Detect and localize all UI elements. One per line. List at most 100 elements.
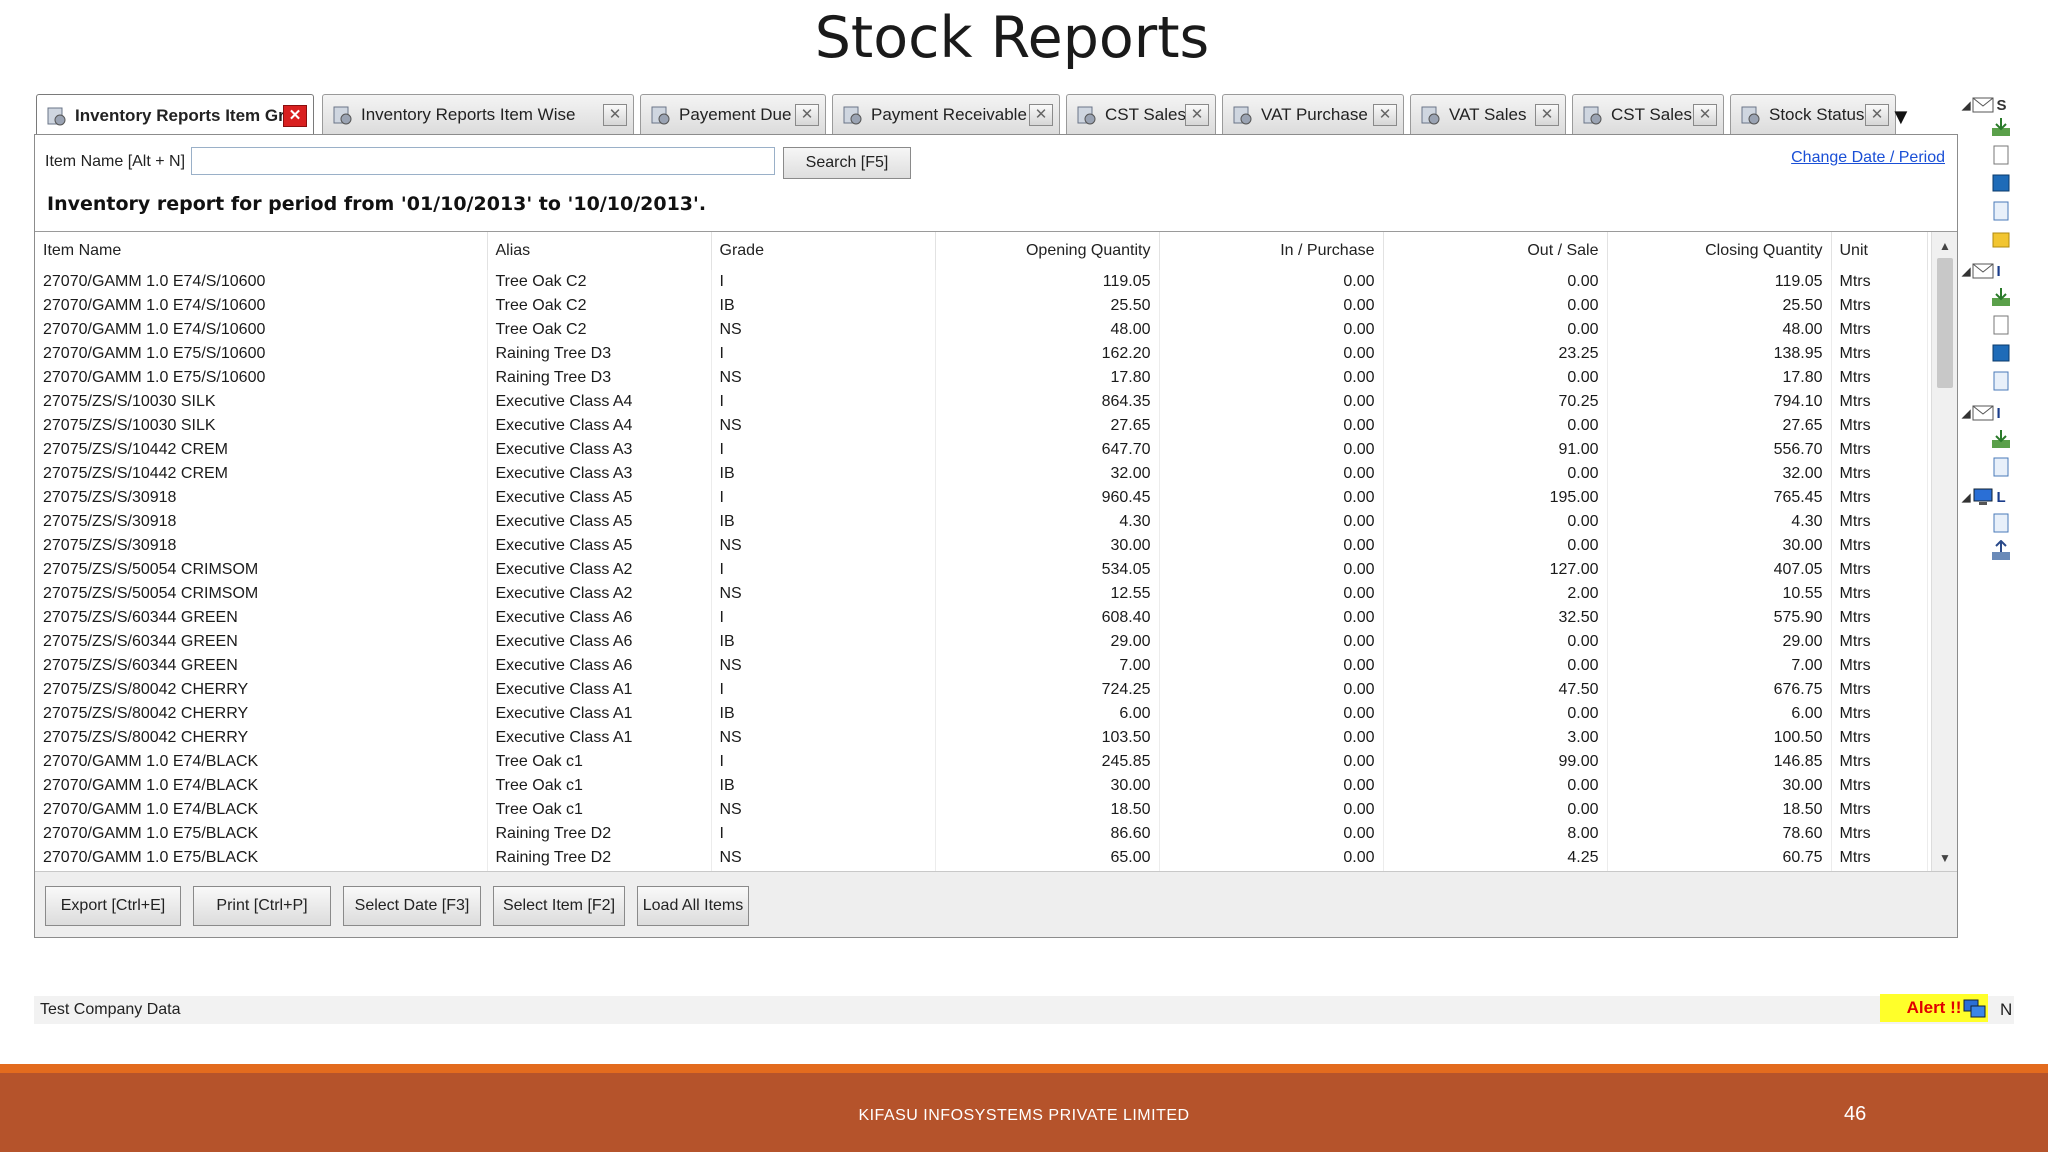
folder-icon[interactable] [1990, 228, 2012, 250]
close-icon[interactable]: ✕ [603, 103, 627, 126]
upload-icon[interactable] [1990, 540, 2012, 562]
tab-payment-receivable[interactable]: Payment Receivable ✕ [832, 94, 1060, 134]
tab-payement-due[interactable]: Payement Due ✕ [640, 94, 826, 134]
table-row[interactable]: 27075/ZS/S/60344 GREEN Executive Class A6… [35, 606, 1928, 630]
report-icon[interactable] [1990, 200, 2012, 222]
table-row[interactable]: 27070/GAMM 1.0 E74/S/10600 Tree Oak C2 IB 2… [35, 294, 1928, 318]
export-button[interactable]: Export [Ctrl+E] [45, 886, 181, 926]
table-row[interactable]: 27070/GAMM 1.0 E75/S/10600 Raining Tree D… [35, 342, 1928, 366]
report-icon[interactable] [1990, 370, 2012, 392]
tab-vat-purchase[interactable]: VAT Purchase ✕ [1222, 94, 1404, 134]
column-header-opening-quantity[interactable]: Opening Quantity [935, 232, 1160, 270]
scroll-down-icon[interactable]: ▼ [1932, 848, 1957, 868]
table-cell: 676.75 [1607, 678, 1832, 702]
tab-overflow-chevron-down-icon[interactable]: ▼ [1890, 104, 1912, 130]
table-row[interactable]: 27075/ZS/S/10030 SILK Executive Class A4 N… [35, 414, 1928, 438]
envelope-icon [1972, 405, 1994, 421]
document-icon[interactable] [1990, 144, 2012, 166]
table-cell: 27075/ZS/S/60344 GREEN [35, 606, 488, 630]
table-row[interactable]: 27070/GAMM 1.0 E74/BLACK Tree Oak c1 NS 18.… [35, 798, 1928, 822]
computer-icon [1973, 488, 1993, 505]
print-button[interactable]: Print [Ctrl+P] [193, 886, 331, 926]
select-item-button[interactable]: Select Item [F2] [493, 886, 625, 926]
table-row[interactable]: 27075/ZS/S/80042 CHERRY Executive Class A… [35, 726, 1928, 750]
close-icon[interactable]: ✕ [1693, 103, 1717, 126]
table-cell: 48.00 [935, 318, 1160, 342]
table-row[interactable]: 27070/GAMM 1.0 E74/BLACK Tree Oak c1 I 245.… [35, 750, 1928, 774]
table-cell: Mtrs [1831, 558, 1928, 582]
table-row[interactable]: 27075/ZS/S/80042 CHERRY Executive Class A… [35, 678, 1928, 702]
scrollbar-thumb[interactable] [1937, 258, 1953, 388]
table-row[interactable]: 27075/ZS/S/30918 Executive Class A5 IB 4.30… [35, 510, 1928, 534]
change-date-period-link[interactable]: Change Date / Period [1791, 149, 1945, 167]
search-button[interactable]: Search [F5] [783, 147, 911, 179]
table-cell: 0.00 [1383, 294, 1608, 318]
table-row[interactable]: 27075/ZS/S/50054 CRIMSOM Executive Class … [35, 558, 1928, 582]
report-icon[interactable] [1990, 456, 2012, 478]
scroll-up-icon[interactable]: ▲ [1932, 236, 1957, 256]
close-icon[interactable]: ✕ [1185, 103, 1209, 126]
tree-node-2[interactable]: ◢ I [1962, 258, 2001, 284]
document-icon[interactable] [1990, 314, 2012, 336]
download-icon[interactable] [1990, 116, 2012, 138]
download-icon[interactable] [1990, 286, 2012, 308]
column-header-in-purchase[interactable]: In / Purchase [1159, 232, 1384, 270]
table-row[interactable]: 27075/ZS/S/30918 Executive Class A5 NS 30.0… [35, 534, 1928, 558]
select-date-button[interactable]: Select Date [F3] [343, 886, 481, 926]
close-icon[interactable]: ✕ [1535, 103, 1559, 126]
report-icon[interactable] [1990, 512, 2012, 534]
column-header-grade[interactable]: Grade [711, 232, 936, 270]
column-header-alias[interactable]: Alias [487, 232, 712, 270]
table-row[interactable]: 27070/GAMM 1.0 E75/BLACK Raining Tree D2 N… [35, 846, 1928, 870]
monitor-icon[interactable] [1962, 998, 1988, 1020]
table-cell: 0.00 [1383, 774, 1608, 798]
tab-cst-sales-2[interactable]: CST Sales ✕ [1572, 94, 1724, 134]
vertical-scrollbar[interactable]: ▲ ▼ [1931, 232, 1957, 871]
table-cell: 91.00 [1383, 438, 1608, 462]
table-cell: 724.25 [935, 678, 1160, 702]
table-cell: Executive Class A6 [487, 654, 712, 678]
window-icon[interactable] [1990, 172, 2012, 194]
table-row[interactable]: 27075/ZS/S/50054 CRIMSOM Executive Class … [35, 582, 1928, 606]
table-cell: 25.50 [935, 294, 1160, 318]
close-icon[interactable]: ✕ [283, 104, 307, 127]
table-row[interactable]: 27070/GAMM 1.0 E74/S/10600 Tree Oak C2 NS 4… [35, 318, 1928, 342]
close-icon[interactable]: ✕ [795, 103, 819, 126]
tab-inventory-reports-item-grade[interactable]: Inventory Reports Item Gra... ✕ [36, 94, 314, 136]
close-icon[interactable]: ✕ [1029, 103, 1053, 126]
tab-vat-sales[interactable]: VAT Sales ✕ [1410, 94, 1566, 134]
table-cell: I [711, 390, 936, 414]
load-all-items-button[interactable]: Load All Items [637, 886, 749, 926]
table-row[interactable]: 27075/ZS/S/10442 CREM Executive Class A3 I… [35, 462, 1928, 486]
table-cell: 65.00 [935, 846, 1160, 870]
table-row[interactable]: 27075/ZS/S/30918 Executive Class A5 I 960.4… [35, 486, 1928, 510]
item-name-search-input[interactable] [191, 147, 775, 175]
close-icon[interactable]: ✕ [1373, 103, 1397, 126]
table-row[interactable]: 27075/ZS/S/10030 SILK Executive Class A4 I… [35, 390, 1928, 414]
tab-cst-sales[interactable]: CST Sales ✕ [1066, 94, 1216, 134]
window-icon[interactable] [1990, 342, 2012, 364]
tree-node-4[interactable]: ◢ L [1962, 484, 2006, 510]
tree-node-1[interactable]: ◢ S [1962, 92, 2006, 118]
close-icon[interactable]: ✕ [1865, 103, 1889, 126]
table-cell: I [711, 438, 936, 462]
table-cell: I [711, 678, 936, 702]
column-header-out-sale[interactable]: Out / Sale [1383, 232, 1608, 270]
table-row[interactable]: 27075/ZS/S/60344 GREEN Executive Class A6… [35, 654, 1928, 678]
tab-inventory-reports-item-wise[interactable]: Inventory Reports Item Wise ✕ [322, 94, 634, 134]
table-row[interactable]: 27075/ZS/S/60344 GREEN Executive Class A6… [35, 630, 1928, 654]
tab-stock-status[interactable]: Stock Status ✕ [1730, 94, 1896, 134]
column-header-unit[interactable]: Unit [1831, 232, 1928, 270]
table-row[interactable]: 27070/GAMM 1.0 E75/BLACK Raining Tree D2 I… [35, 822, 1928, 846]
column-header-item-name[interactable]: Item Name [35, 232, 488, 270]
report-caption: Inventory report for period from '01/10/… [47, 193, 707, 215]
table-row[interactable]: 27070/GAMM 1.0 E75/S/10600 Raining Tree D… [35, 366, 1928, 390]
download-icon[interactable] [1990, 428, 2012, 450]
tree-node-3[interactable]: ◢ I [1962, 400, 2001, 426]
table-row[interactable]: 27075/ZS/S/10442 CREM Executive Class A3 I… [35, 438, 1928, 462]
table-row[interactable]: 27070/GAMM 1.0 E74/S/10600 Tree Oak C2 I 11… [35, 270, 1928, 294]
table-row[interactable]: 27070/GAMM 1.0 E74/BLACK Tree Oak c1 IB 30.… [35, 774, 1928, 798]
column-header-closing-quantity[interactable]: Closing Quantity [1607, 232, 1832, 270]
company-name: Test Company Data [40, 1001, 181, 1018]
table-row[interactable]: 27075/ZS/S/80042 CHERRY Executive Class A… [35, 702, 1928, 726]
